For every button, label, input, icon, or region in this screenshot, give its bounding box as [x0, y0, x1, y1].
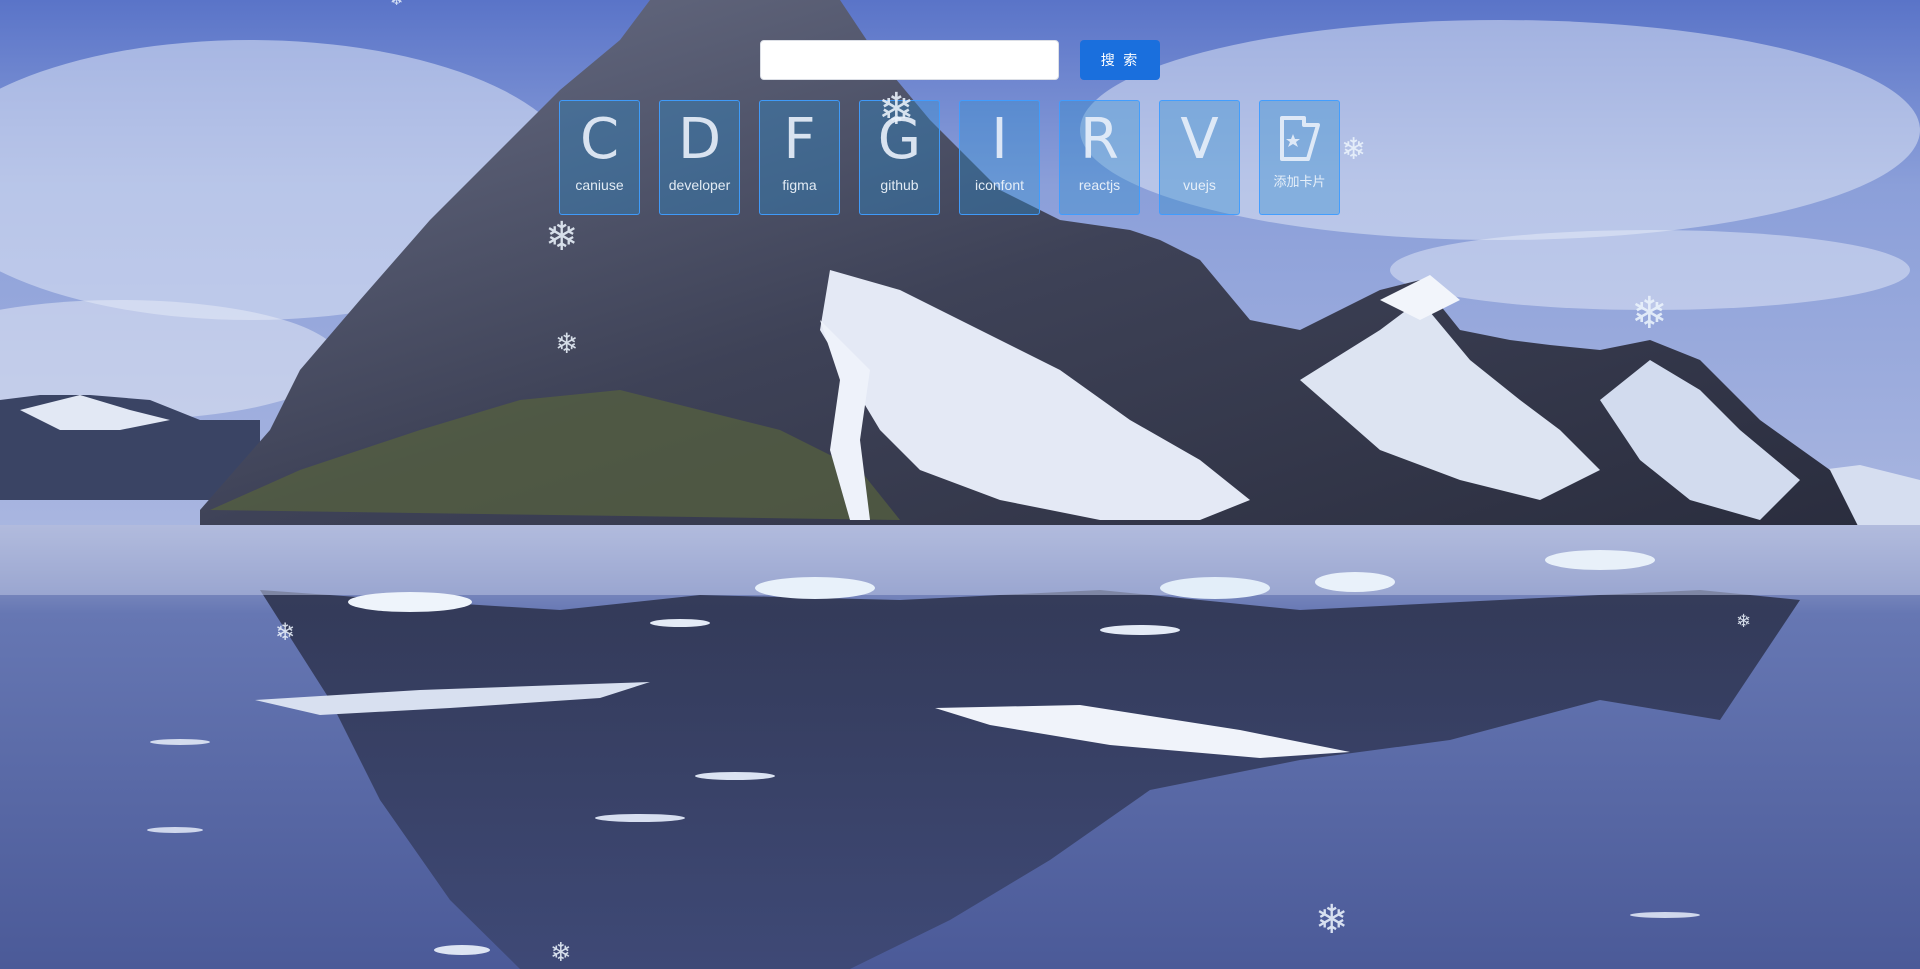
add-card-button[interactable]: 添加卡片	[1259, 100, 1340, 215]
snowflake-icon: ❄	[1341, 132, 1367, 167]
card-figma[interactable]: F figma	[759, 100, 840, 215]
card-label: figma	[782, 177, 817, 193]
snowflake-icon: ❄	[550, 938, 572, 968]
snowflake-icon: ❄	[555, 327, 579, 360]
snowflake-icon: ❄	[1631, 288, 1668, 339]
snowflake-icon: ❄	[275, 618, 296, 646]
card-label: developer	[668, 177, 731, 193]
search-input[interactable]	[760, 40, 1059, 80]
snowflake-icon: ❄	[878, 84, 915, 135]
card-letter: V	[1180, 107, 1219, 172]
card-letter: D	[677, 107, 722, 172]
card-label: 添加卡片	[1273, 175, 1326, 190]
search-bar: 搜 索	[760, 40, 1160, 80]
card-letter: F	[783, 107, 816, 172]
card-developer[interactable]: D developer	[659, 100, 740, 215]
card-label: reactjs	[1078, 177, 1121, 193]
card-label: vuejs	[1183, 177, 1216, 193]
card-label: iconfont	[974, 177, 1025, 193]
card-letter: I	[991, 107, 1008, 172]
card-iconfont[interactable]: I iconfont	[959, 100, 1040, 215]
card-vuejs[interactable]: V vuejs	[1159, 100, 1240, 215]
card-reactjs[interactable]: R reactjs	[1059, 100, 1140, 215]
card-caniuse[interactable]: C caniuse	[559, 100, 640, 215]
card-letter: C	[579, 107, 620, 172]
bookmark-cards: C caniuse D developer F figma G github I…	[559, 100, 1359, 215]
card-label: github	[880, 177, 919, 193]
card-letter: R	[1080, 107, 1119, 172]
add-card-icon	[1279, 116, 1320, 161]
snowflake-icon: ❄	[545, 214, 579, 260]
snowflake-icon: ❄	[390, 0, 403, 8]
card-label: caniuse	[575, 177, 624, 193]
snowflake-icon: ❄	[1736, 611, 1752, 632]
search-button[interactable]: 搜 索	[1080, 40, 1160, 80]
snowflake-icon: ❄	[1315, 897, 1349, 943]
